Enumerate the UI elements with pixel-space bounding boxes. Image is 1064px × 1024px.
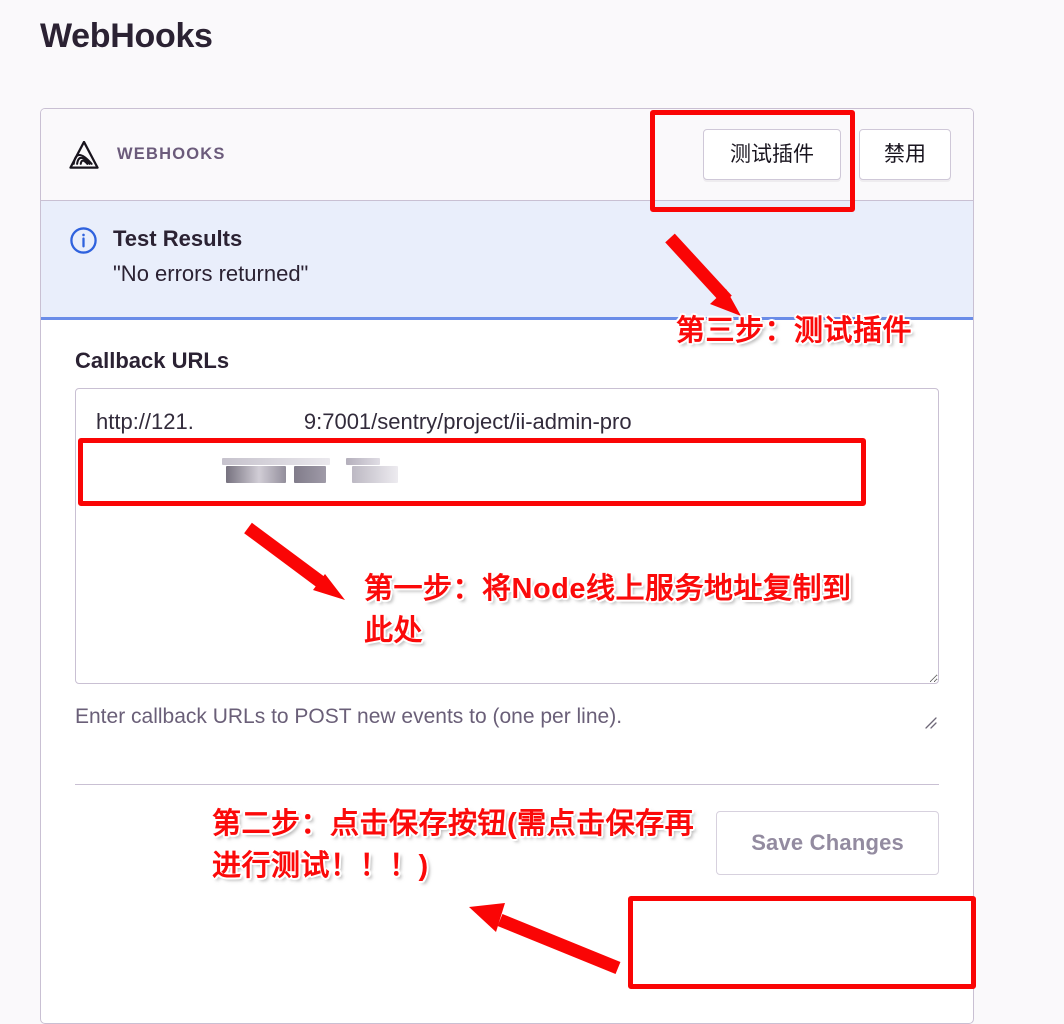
test-results-title: Test Results: [113, 226, 243, 251]
callback-urls-label: Callback URLs: [75, 348, 230, 373]
callback-urls-help-text: Enter callback URLs to POST new events t…: [75, 705, 623, 728]
disable-plugin-button[interactable]: 禁用: [859, 128, 951, 181]
page-title: WebHooks: [40, 17, 213, 55]
info-circle-icon: [70, 227, 97, 254]
url-redaction-block: [222, 458, 330, 465]
test-results-message: "No errors returned": [113, 260, 309, 286]
test-plugin-button[interactable]: 测试插件: [703, 128, 841, 181]
callback-urls-input[interactable]: [75, 388, 939, 684]
save-changes-button[interactable]: Save Changes: [716, 811, 939, 876]
plugin-name-label: WEBHOOKS: [117, 145, 226, 163]
url-redaction-block: [226, 466, 286, 483]
webhooks-triangle-logo-icon: [69, 140, 99, 169]
test-results-banner: Test Results "No errors returned": [41, 201, 973, 320]
url-redaction-block: [346, 458, 380, 465]
form-footer: Save Changes: [75, 785, 939, 876]
url-redaction-block: [294, 466, 326, 483]
webhooks-form: Callback URLs Enter callback URLs to POS…: [41, 320, 973, 876]
plugin-header-actions: 测试插件 禁用: [703, 128, 951, 181]
plugin-panel-header: WEBHOOKS 测试插件 禁用: [41, 109, 973, 201]
webhooks-plugin-panel: WEBHOOKS 测试插件 禁用 Test Results "No errors…: [40, 108, 974, 1024]
url-redaction-block: [352, 466, 398, 483]
